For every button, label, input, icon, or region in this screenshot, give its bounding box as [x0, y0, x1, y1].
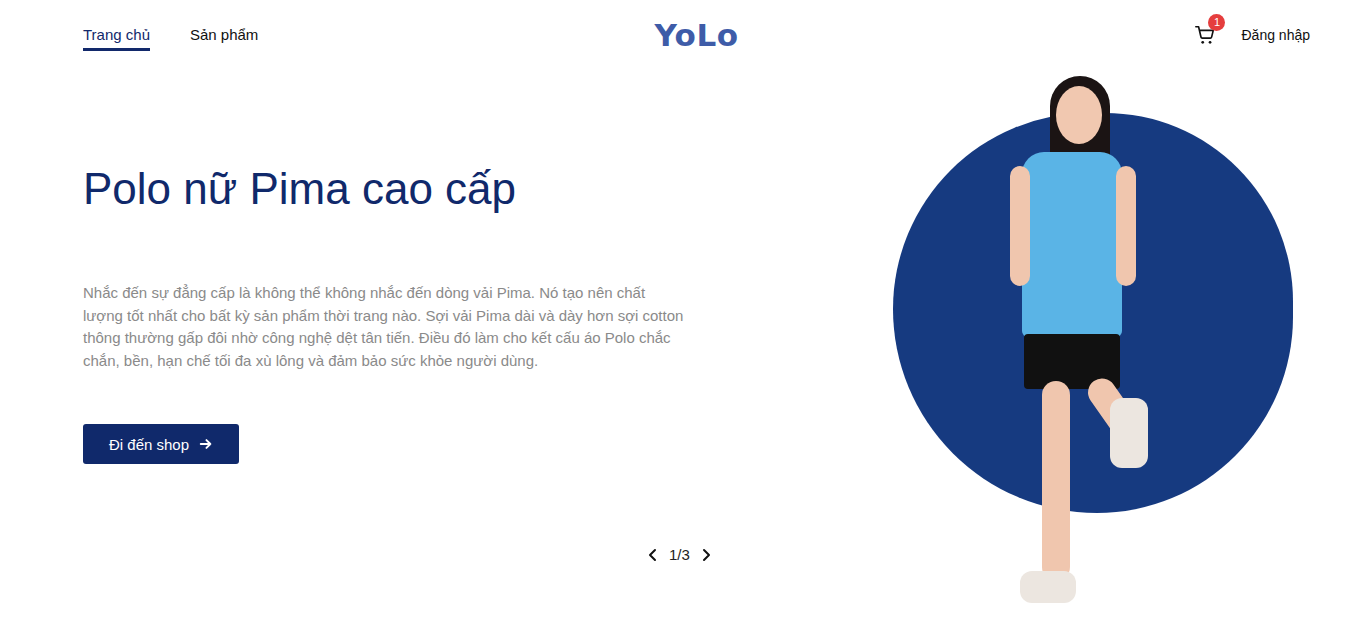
hero-content: Polo nữ Pima cao cấp Nhắc đến sự đẳng cấp…	[83, 70, 890, 625]
hero-title: Polo nữ Pima cao cấp	[83, 162, 516, 216]
chevron-left-icon[interactable]	[645, 547, 661, 563]
header-actions: 1 Đăng nhập	[738, 23, 1310, 47]
cart-button[interactable]: 1	[1193, 23, 1217, 47]
hero-description: Nhắc đến sự đẳng cấp là không thể không …	[83, 282, 689, 372]
hero-slide: Polo nữ Pima cao cấp Nhắc đến sự đẳng cấp…	[0, 70, 1366, 625]
home-page: Trang chủ Sản phẩm YoLo 1 Đăng nhập Polo nữ P…	[0, 0, 1366, 625]
header: Trang chủ Sản phẩm YoLo 1 Đăng nhập	[0, 0, 1366, 70]
model-photo	[1000, 76, 1160, 621]
hero-visual	[890, 70, 1310, 625]
slide-counter: 1/3	[669, 546, 690, 563]
chevron-right-icon[interactable]	[698, 547, 714, 563]
cart-badge: 1	[1208, 14, 1225, 31]
logo[interactable]: YoLo	[655, 17, 739, 53]
slide-pager: 1/3	[645, 546, 714, 563]
nav-item[interactable]: Trang chủ	[83, 20, 150, 51]
nav-item[interactable]: Sản phẩm	[190, 20, 258, 51]
login-link[interactable]: Đăng nhập	[1241, 27, 1310, 43]
shop-button[interactable]: Đi đến shop	[83, 424, 239, 464]
arrow-right-icon	[199, 437, 213, 451]
main-nav: Trang chủ Sản phẩm	[83, 20, 655, 51]
